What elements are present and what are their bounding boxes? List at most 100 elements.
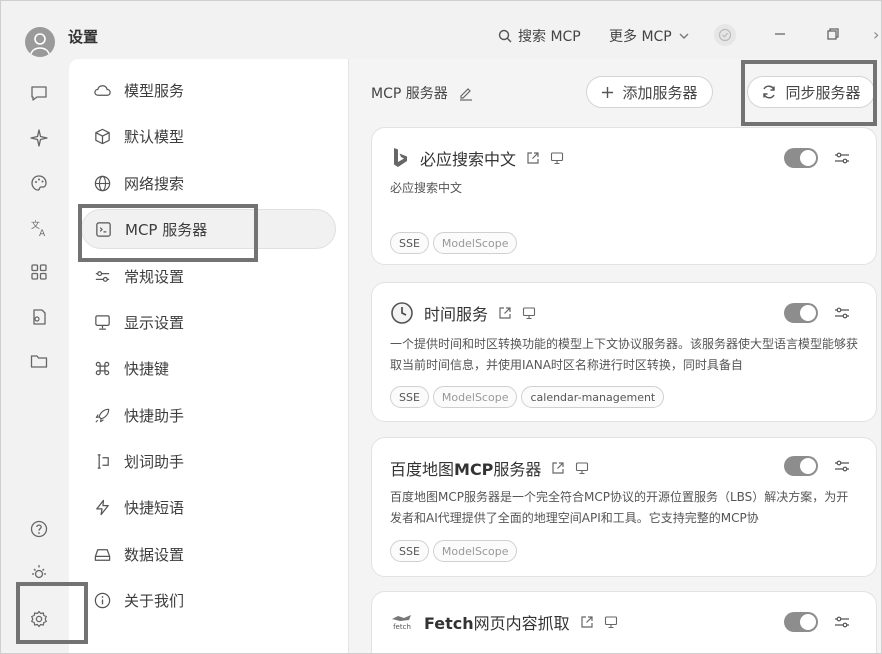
local-monitor-icon xyxy=(576,462,589,475)
nav-item-label: 划词助手 xyxy=(124,452,185,471)
local-monitor-icon xyxy=(522,307,536,320)
server-settings-icon[interactable] xyxy=(834,614,850,630)
search-icon xyxy=(498,29,512,43)
clock-icon xyxy=(391,302,413,324)
cube-icon xyxy=(95,128,110,144)
nav-item-quick-assistant[interactable]: 快捷助手 xyxy=(81,395,336,435)
server-card[interactable]: 时间服务 一个提供时间和时区转换功能的模型上下文协议服务器。该服务器使大型语言模… xyxy=(371,282,877,422)
nav-item-label: 快捷键 xyxy=(124,359,170,378)
minimize-button[interactable] xyxy=(771,25,789,43)
tag-calendar-management: calendar-management xyxy=(521,386,665,408)
nav-item-label: 显示设置 xyxy=(124,313,185,332)
tag-sse: SSE xyxy=(390,232,429,254)
icon-rail: 文A xyxy=(1,63,69,653)
cloud-icon xyxy=(94,84,111,96)
server-description: 一个提供时间和时区转换功能的模型上下文协议服务器。该服务器使大型语言模型能够获取… xyxy=(390,337,859,372)
plus-icon xyxy=(602,86,614,98)
server-enabled-toggle[interactable] xyxy=(784,612,818,632)
search-mcp-button[interactable]: 搜索 MCP xyxy=(498,26,581,46)
nav-item-about[interactable]: 关于我们 xyxy=(81,580,336,620)
server-settings-icon[interactable] xyxy=(834,150,850,166)
server-name: 必应搜索中文 xyxy=(420,150,517,169)
refresh-icon xyxy=(763,85,776,99)
mcp-server-panel: MCP 服务器 添加服务器 同步服务器 必应搜索中文 必应搜索中文 SSE Mo… xyxy=(349,59,881,653)
chat-icon[interactable] xyxy=(29,83,49,103)
globe-icon xyxy=(94,175,111,191)
nav-item-display-settings[interactable]: 显示设置 xyxy=(81,302,336,342)
tag-modelscope: ModelScope xyxy=(432,540,518,562)
info-icon xyxy=(94,592,111,608)
drive-icon xyxy=(94,548,111,561)
server-enabled-toggle[interactable] xyxy=(784,303,818,323)
server-card[interactable]: 必应搜索中文 必应搜索中文 SSE ModelScope xyxy=(371,127,877,265)
nav-item-data-settings[interactable]: 数据设置 xyxy=(81,534,336,574)
nav-item-label: 默认模型 xyxy=(124,127,185,146)
terminal-icon xyxy=(96,221,111,237)
chevron-down-icon xyxy=(679,33,689,39)
nav-item-label: 快捷短语 xyxy=(124,498,185,517)
nav-item-selection-assistant[interactable]: 划词助手 xyxy=(81,441,336,481)
server-card[interactable]: 百度地图MCP服务器 百度地图MCP服务器是一个完全符合MCP协议的开源位置服务… xyxy=(371,437,877,577)
nav-item-label: 常规设置 xyxy=(124,267,185,286)
nav-item-mcp-server[interactable]: MCP 服务器 xyxy=(81,209,336,249)
nav-item-quick-phrases[interactable]: 快捷短语 xyxy=(81,487,336,527)
external-link-icon[interactable] xyxy=(498,306,512,320)
nav-item-default-model[interactable]: 默认模型 xyxy=(81,116,336,156)
external-link-icon[interactable] xyxy=(551,461,565,475)
theme-icon[interactable] xyxy=(29,562,49,582)
edit-icon[interactable] xyxy=(458,85,474,101)
translate-icon[interactable]: 文A xyxy=(29,218,49,238)
local-monitor-icon xyxy=(604,616,617,629)
external-link-icon[interactable] xyxy=(526,151,540,165)
add-server-button[interactable]: 添加服务器 xyxy=(586,76,713,108)
server-tags: SSE ModelScope calendar-management xyxy=(390,386,665,408)
sparkle-icon[interactable] xyxy=(29,128,49,148)
server-description: 百度地图MCP服务器是一个完全符合MCP协议的开源位置服务（LBS）解决方案，为… xyxy=(390,490,849,525)
local-monitor-icon xyxy=(550,152,564,165)
gear-icon[interactable] xyxy=(29,609,49,629)
more-mcp-dropdown[interactable]: 更多 MCP xyxy=(609,26,690,46)
nav-item-label: 模型服务 xyxy=(124,81,185,100)
nav-item-shortcuts[interactable]: 快捷键 xyxy=(81,348,336,388)
close-button[interactable]: › xyxy=(873,25,881,44)
nav-item-general-settings[interactable]: 常规设置 xyxy=(81,256,336,296)
server-enabled-toggle[interactable] xyxy=(784,456,818,476)
sync-servers-button[interactable]: 同步服务器 xyxy=(747,76,875,108)
tag-sse: SSE xyxy=(390,540,429,562)
sliders-icon xyxy=(95,270,110,282)
server-settings-icon[interactable] xyxy=(834,458,850,474)
page-title: MCP 服务器 xyxy=(371,83,474,103)
window-title: 设置 xyxy=(68,28,99,46)
server-card[interactable]: fetch Fetch网页内容抓取 xyxy=(371,591,877,653)
text-cursor-icon xyxy=(97,453,109,469)
title-bar: 设置 搜索 MCP 更多 MCP › xyxy=(1,1,881,63)
server-tags: SSE ModelScope xyxy=(390,540,518,562)
server-card-header: 必应搜索中文 xyxy=(390,146,564,170)
settings-window: 设置 搜索 MCP 更多 MCP › 文A 模型服务 默认模型 网络搜索 MCP… xyxy=(0,0,882,654)
server-tags: SSE ModelScope xyxy=(390,232,518,254)
monitor-icon xyxy=(95,314,110,330)
nav-item-label: 快捷助手 xyxy=(124,406,185,425)
server-card-header: fetch Fetch网页内容抓取 xyxy=(390,610,618,634)
nav-item-web-search[interactable]: 网络搜索 xyxy=(81,163,336,203)
restore-button[interactable] xyxy=(824,25,842,43)
server-enabled-toggle[interactable] xyxy=(784,148,818,168)
rocket-icon xyxy=(95,408,110,423)
avatar[interactable] xyxy=(25,27,55,57)
nav-item-model-service[interactable]: 模型服务 xyxy=(81,70,336,110)
tag-modelscope: ModelScope xyxy=(432,232,518,254)
check-status-icon[interactable] xyxy=(714,24,736,46)
zap-icon xyxy=(96,499,109,515)
server-settings-icon[interactable] xyxy=(834,305,850,321)
server-name: 时间服务 xyxy=(424,305,489,324)
files-icon[interactable] xyxy=(29,307,49,327)
server-card-header: 时间服务 xyxy=(390,301,536,325)
folder-icon[interactable] xyxy=(29,351,49,371)
nav-item-label: 关于我们 xyxy=(124,591,185,610)
palette-icon[interactable] xyxy=(29,173,49,193)
help-icon[interactable] xyxy=(29,519,49,539)
bing-logo-icon xyxy=(394,148,407,167)
apps-grid-icon[interactable] xyxy=(29,262,49,282)
external-link-icon[interactable] xyxy=(580,615,594,629)
server-name: Fetch网页内容抓取 xyxy=(424,614,570,633)
